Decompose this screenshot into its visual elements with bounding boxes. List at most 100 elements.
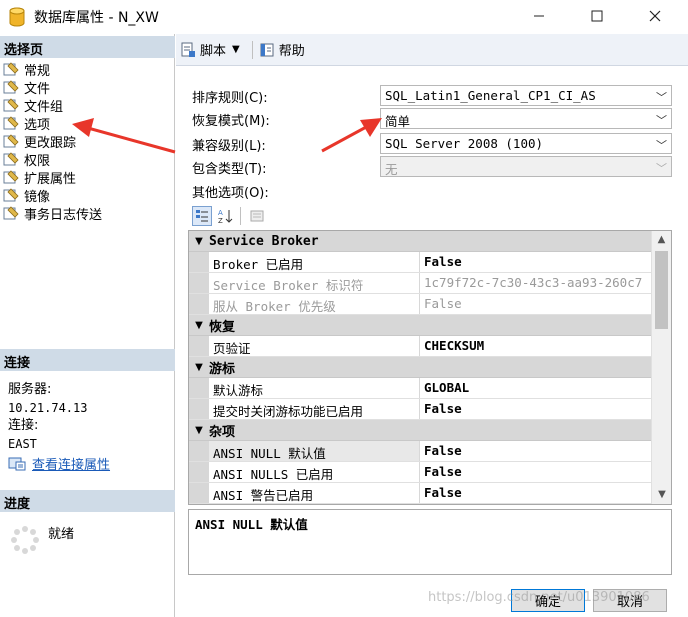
- compatibility-level-value: SQL Server 2008 (100): [385, 136, 544, 151]
- property-name: ANSI NULLS 已启用: [209, 462, 420, 482]
- row-margin: [189, 462, 209, 482]
- property-value[interactable]: GLOBAL: [420, 378, 651, 398]
- property-value[interactable]: False: [420, 441, 651, 461]
- page-item-files[interactable]: 文件: [2, 78, 102, 97]
- property-grid-scrollbar[interactable]: ▲ ▼: [651, 231, 671, 504]
- page-item-extended-properties[interactable]: 扩展属性: [2, 168, 102, 187]
- page-item-filegroups[interactable]: 文件组: [2, 96, 102, 115]
- toolbar: 脚本 ▼ 帮助: [176, 34, 688, 66]
- property-name: 默认游标: [209, 378, 420, 398]
- property-grid: ▼ Service Broker Broker 已启用 False Servic…: [188, 230, 672, 505]
- page-item-change-tracking[interactable]: 更改跟踪: [2, 132, 102, 151]
- property-name: Service Broker 标识符: [209, 273, 420, 293]
- property-value: False: [424, 296, 462, 311]
- property-row[interactable]: Service Broker 标识符 1c79f72c-7c30-43c3-aa…: [189, 273, 651, 294]
- toolbar-separator: [240, 207, 241, 225]
- property-row[interactable]: 页验证 CHECKSUM: [189, 336, 651, 357]
- page-wrench-icon: [3, 116, 19, 130]
- category-label: Service Broker: [209, 233, 319, 249]
- page-item-mirroring[interactable]: 镜像: [2, 186, 102, 205]
- property-row[interactable]: 提交时关闭游标功能已启用 False: [189, 399, 651, 420]
- script-button[interactable]: 脚本 ▼: [180, 40, 240, 59]
- category-service-broker[interactable]: ▼ Service Broker: [189, 231, 651, 252]
- server-value: 10.21.74.13: [8, 401, 88, 415]
- close-icon: [649, 10, 661, 22]
- property-value[interactable]: False: [420, 399, 651, 419]
- script-label: 脚本: [200, 44, 227, 59]
- select-page-pane: 选择页 常规 文件 文件组 选项 更改跟踪 权限 扩展属性 镜像 事务日志传送 …: [0, 34, 175, 617]
- page-item-label: 扩展属性: [24, 171, 77, 187]
- property-row[interactable]: ANSI NULLS 已启用 False: [189, 462, 651, 483]
- recovery-model-combo[interactable]: 简单 ﹀: [380, 108, 672, 129]
- property-name: 页验证: [209, 336, 420, 356]
- page-list: 常规 文件 文件组 选项 更改跟踪 权限 扩展属性 镜像 事务日志传送: [2, 60, 103, 223]
- options-pane: 脚本 ▼ 帮助 排序规则(C): SQL_Latin1_General_CP1_…: [176, 34, 688, 617]
- property-value[interactable]: False: [420, 483, 651, 503]
- collapse-icon[interactable]: ▼: [189, 320, 209, 331]
- collapse-icon[interactable]: ▼: [189, 425, 209, 436]
- collapse-icon[interactable]: ▼: [189, 236, 209, 247]
- containment-type-label: 包含类型(T):: [192, 162, 267, 177]
- property-row[interactable]: ANSI NULL 默认值 False: [189, 441, 651, 462]
- recovery-model-label: 恢复模式(M):: [192, 114, 270, 129]
- compatibility-level-combo[interactable]: SQL Server 2008 (100) ﹀: [380, 133, 672, 154]
- collation-label: 排序规则(C):: [192, 91, 268, 106]
- help-button[interactable]: 帮助: [259, 40, 305, 59]
- property-row[interactable]: 服从 Broker 优先级 False: [189, 294, 651, 315]
- sort-az-icon: A Z: [218, 209, 233, 224]
- category-misc[interactable]: ▼ 杂项: [189, 420, 651, 441]
- property-description: ANSI NULL 默认值: [188, 509, 672, 575]
- svg-text:A: A: [218, 209, 223, 217]
- page-item-permissions[interactable]: 权限: [2, 150, 102, 169]
- property-value[interactable]: False: [420, 462, 651, 482]
- property-value[interactable]: False: [420, 252, 651, 272]
- maximize-button[interactable]: [574, 0, 620, 32]
- minimize-button[interactable]: [516, 0, 562, 32]
- property-value: 1c79f72c-7c30-43c3-aa93-260c7: [424, 275, 643, 290]
- category-label: 杂项: [209, 424, 236, 440]
- chevron-down-icon: ﹀: [656, 114, 667, 127]
- containment-type-value: 无: [385, 162, 398, 177]
- progress-status: 就绪: [48, 527, 75, 542]
- page-item-general[interactable]: 常规: [2, 60, 102, 79]
- row-margin: [189, 399, 209, 419]
- other-options-label: 其他选项(O):: [192, 186, 269, 201]
- page-item-log-shipping[interactable]: 事务日志传送: [2, 204, 103, 223]
- property-value[interactable]: CHECKSUM: [420, 336, 651, 356]
- collation-combo[interactable]: SQL_Latin1_General_CP1_CI_AS ﹀: [380, 85, 672, 106]
- page-item-options[interactable]: 选项: [2, 114, 102, 133]
- property-pages-icon: [250, 210, 264, 222]
- property-row[interactable]: 默认游标 GLOBAL: [189, 378, 651, 399]
- page-wrench-icon: [3, 80, 19, 94]
- page-item-label: 常规: [24, 63, 51, 79]
- category-label: 游标: [209, 361, 236, 377]
- scroll-thumb[interactable]: [655, 251, 668, 329]
- close-button[interactable]: [632, 0, 678, 32]
- category-cursor[interactable]: ▼ 游标: [189, 357, 651, 378]
- help-label: 帮助: [278, 44, 305, 59]
- watermark: https://blog.csdn.net/u013901086: [428, 590, 650, 605]
- recovery-model-value: 简单: [385, 114, 411, 129]
- chevron-down-icon: ﹀: [656, 162, 667, 175]
- page-item-label: 镜像: [24, 189, 51, 205]
- page-item-label: 选项: [24, 117, 51, 133]
- progress-spinner-icon: [11, 526, 39, 554]
- scroll-up-icon[interactable]: ▲: [652, 231, 671, 249]
- connection-heading: 连接: [0, 349, 175, 371]
- row-margin: [189, 441, 209, 461]
- row-margin: [189, 483, 209, 503]
- collapse-icon[interactable]: ▼: [189, 362, 209, 373]
- alphabetical-view-button[interactable]: A Z: [215, 206, 235, 226]
- scroll-down-icon[interactable]: ▼: [652, 486, 671, 504]
- page-item-label: 文件: [24, 81, 51, 97]
- view-connection-properties-link[interactable]: 查看连接属性: [8, 454, 110, 473]
- categorized-view-button[interactable]: [192, 206, 212, 226]
- window-title: 数据库属性 - N_XW: [34, 10, 159, 26]
- property-row[interactable]: Broker 已启用 False: [189, 252, 651, 273]
- property-row[interactable]: ANSI 警告已启用 False: [189, 483, 651, 504]
- page-wrench-icon: [3, 170, 19, 184]
- category-recovery[interactable]: ▼ 恢复: [189, 315, 651, 336]
- row-margin: [189, 273, 209, 293]
- dropdown-arrow-icon[interactable]: ▼: [232, 44, 240, 55]
- page-item-label: 事务日志传送: [24, 207, 103, 223]
